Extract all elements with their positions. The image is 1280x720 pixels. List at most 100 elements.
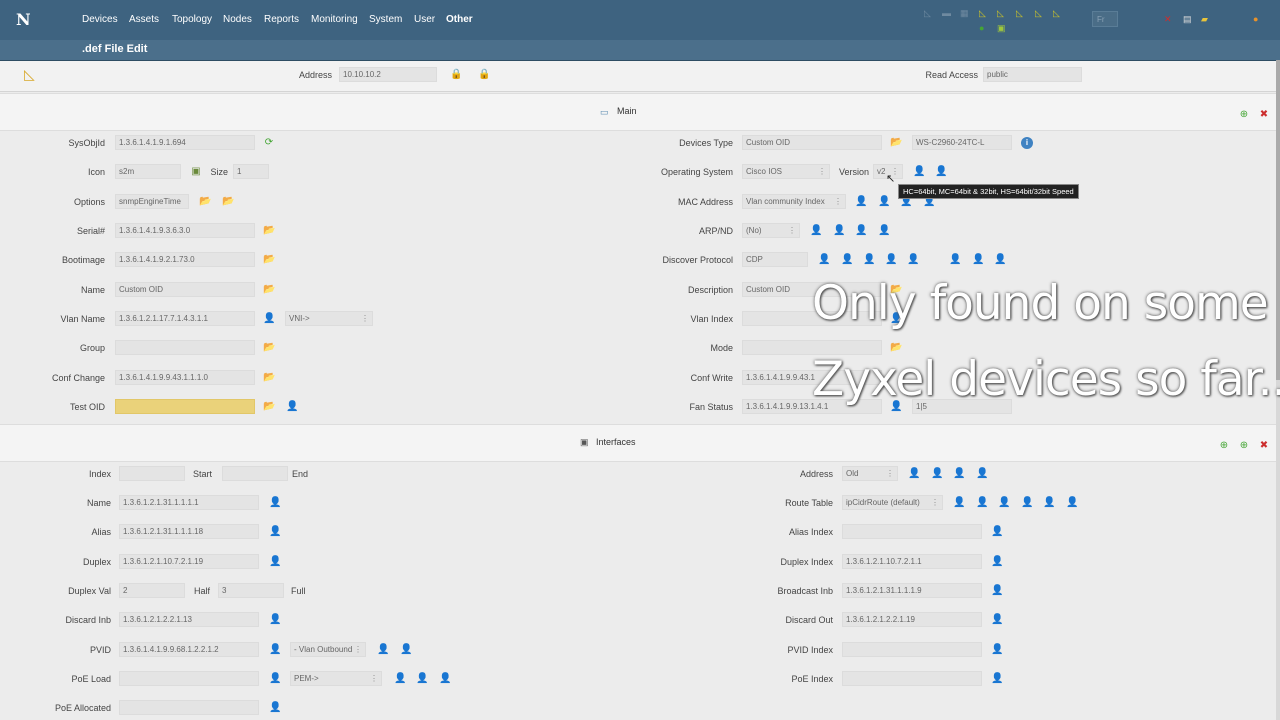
print-icon[interactable]: ▤ bbox=[1183, 14, 1192, 24]
folder-icon[interactable]: 📂 bbox=[890, 137, 902, 149]
user-icon[interactable]: 👤 bbox=[1066, 497, 1078, 509]
folder-icon[interactable]: 📂 bbox=[263, 372, 275, 384]
add-icon[interactable]: ⊕ bbox=[1238, 440, 1250, 452]
nav-search-input[interactable]: Fr bbox=[1092, 11, 1118, 27]
flag-icon[interactable]: ✕ bbox=[1164, 14, 1173, 24]
app-logo[interactable]: N bbox=[16, 10, 48, 30]
size-field[interactable]: 1 bbox=[233, 164, 269, 179]
info-icon[interactable]: i bbox=[1021, 137, 1033, 149]
close-icon[interactable]: ✖ bbox=[1258, 440, 1270, 452]
if-name-field[interactable]: 1.3.6.1.2.1.31.1.1.1.1 bbox=[119, 495, 259, 510]
lock-icon[interactable]: 🔒 bbox=[478, 69, 490, 81]
toolbar-triangle-icon[interactable]: ◺ bbox=[1035, 8, 1044, 18]
toolbar-triangle-icon[interactable]: ◺ bbox=[997, 8, 1006, 18]
user-icon[interactable]: 👤 bbox=[269, 614, 281, 626]
note-icon[interactable]: ▰ bbox=[1201, 14, 1210, 24]
folder-icon[interactable]: 📂 bbox=[222, 196, 234, 208]
page-scrollbar-thumb[interactable] bbox=[1276, 60, 1280, 380]
vni-select[interactable]: VNI-> bbox=[285, 311, 373, 326]
user-icon[interactable]: 👤 bbox=[949, 254, 961, 266]
toolbar-triangle-icon[interactable]: ◺ bbox=[1016, 8, 1025, 18]
user-icon[interactable]: 👤 bbox=[1021, 497, 1033, 509]
user-icon[interactable]: 👤 bbox=[994, 254, 1006, 266]
grid-add-icon[interactable]: ▣ bbox=[997, 23, 1006, 33]
options-field[interactable]: snmpEngineTime bbox=[115, 194, 189, 209]
nav-system[interactable]: System bbox=[369, 14, 402, 25]
user-icon[interactable]: 👤 bbox=[855, 225, 867, 237]
user-icon[interactable]: 👤 bbox=[377, 644, 389, 656]
address-field[interactable]: 10.10.10.2 bbox=[339, 67, 437, 82]
nav-user[interactable]: User bbox=[414, 14, 435, 25]
user-icon[interactable]: 👤 bbox=[269, 673, 281, 685]
toolbar-triangle-icon[interactable]: ◺ bbox=[979, 8, 988, 18]
user-icon[interactable]: 👤 bbox=[400, 644, 412, 656]
image-icon[interactable]: ▣ bbox=[190, 166, 202, 178]
user-icon[interactable]: 👤 bbox=[976, 497, 988, 509]
discover-field[interactable]: CDP bbox=[742, 252, 808, 267]
user-icon[interactable]: 👤 bbox=[269, 702, 281, 714]
user-icon[interactable]: 👤 bbox=[263, 313, 275, 325]
folder-icon[interactable]: 📂 bbox=[263, 225, 275, 237]
user-icon[interactable]: 👤 bbox=[269, 556, 281, 568]
user-icon[interactable]: 👤 bbox=[818, 254, 830, 266]
nav-devices[interactable]: Devices bbox=[82, 14, 118, 25]
read-access-field[interactable]: public bbox=[983, 67, 1082, 82]
icon-field[interactable]: s2m bbox=[115, 164, 181, 179]
user-icon[interactable]: 👤 bbox=[833, 225, 845, 237]
lock-icon[interactable]: 🔒 bbox=[450, 69, 462, 81]
if-duplex-index-field[interactable]: 1.3.6.1.2.1.10.7.2.1.1 bbox=[842, 554, 982, 569]
nav-reports[interactable]: Reports bbox=[264, 14, 299, 25]
folder-icon[interactable]: 📂 bbox=[263, 401, 275, 413]
user-icon[interactable]: 👤 bbox=[913, 166, 925, 178]
user-icon[interactable]: 👤 bbox=[908, 468, 920, 480]
if-poe-alloc-field[interactable] bbox=[119, 700, 259, 715]
user-icon[interactable]: 👤 bbox=[855, 196, 867, 208]
user-icon[interactable]: 👤 bbox=[953, 468, 965, 480]
toolbar-triangle-icon[interactable]: ◺ bbox=[924, 8, 933, 18]
user-icon[interactable]: 👤 bbox=[439, 673, 451, 685]
user-icon[interactable]: 👤 bbox=[878, 196, 890, 208]
user-icon[interactable]: 👤 bbox=[991, 673, 1003, 685]
if-duplex-val-field[interactable]: 2 bbox=[119, 583, 185, 598]
add-icon[interactable]: ⊕ bbox=[1218, 440, 1230, 452]
if-duplex-field[interactable]: 1.3.6.1.2.1.10.7.2.1.19 bbox=[119, 554, 259, 569]
if-discard-out-field[interactable]: 1.3.6.1.2.1.2.2.1.19 bbox=[842, 612, 982, 627]
user-icon[interactable]: 👤 bbox=[991, 585, 1003, 597]
arp-select[interactable]: (No) bbox=[742, 223, 800, 238]
user-icon[interactable]: 👤 bbox=[953, 497, 965, 509]
if-alias-index-field[interactable] bbox=[842, 524, 982, 539]
if-half-field[interactable]: 3 bbox=[218, 583, 284, 598]
user-icon[interactable]: 👤 bbox=[269, 644, 281, 656]
user-icon[interactable]: 👤 bbox=[991, 644, 1003, 656]
user-icon[interactable]: 👤 bbox=[810, 225, 822, 237]
user-icon[interactable]: 👤 bbox=[394, 673, 406, 685]
status-ok-icon[interactable]: ● bbox=[979, 23, 988, 33]
folder-icon[interactable]: 📂 bbox=[199, 196, 211, 208]
toolbar-triangle-icon[interactable]: ◺ bbox=[1053, 8, 1062, 18]
os-select[interactable]: Cisco IOS bbox=[742, 164, 830, 179]
user-icon[interactable]: 👤 bbox=[878, 225, 890, 237]
devices-type-field[interactable]: Custom OID bbox=[742, 135, 882, 150]
if-index-field[interactable] bbox=[119, 466, 185, 481]
user-icon[interactable]: 👤 bbox=[1043, 497, 1055, 509]
toolbar-minus-icon[interactable]: ▬ bbox=[942, 8, 951, 18]
user-icon[interactable]: 👤 bbox=[841, 254, 853, 266]
group-field[interactable] bbox=[115, 340, 255, 355]
test-oid-field[interactable] bbox=[115, 399, 255, 414]
bootimage-field[interactable]: 1.3.6.1.4.1.9.2.1.73.0 bbox=[115, 252, 255, 267]
if-alias-field[interactable]: 1.3.6.1.2.1.31.1.1.1.18 bbox=[119, 524, 259, 539]
user-icon[interactable]: 👤 bbox=[972, 254, 984, 266]
nav-other[interactable]: Other bbox=[446, 14, 473, 25]
folder-icon[interactable]: 📂 bbox=[263, 284, 275, 296]
user-icon[interactable]: 👤 bbox=[991, 526, 1003, 538]
sysobjid-field[interactable]: 1.3.6.1.4.1.9.1.694 bbox=[115, 135, 255, 150]
user-icon[interactable]: 👤 bbox=[863, 254, 875, 266]
mac-select[interactable]: Vlan community Index bbox=[742, 194, 846, 209]
folder-icon[interactable]: 📂 bbox=[263, 254, 275, 266]
pem-select[interactable]: PEM-> bbox=[290, 671, 382, 686]
if-poe-load-field[interactable] bbox=[119, 671, 259, 686]
serial-field[interactable]: 1.3.6.1.4.1.9.3.6.3.0 bbox=[115, 223, 255, 238]
if-poe-index-field[interactable] bbox=[842, 671, 982, 686]
if-discard-inb-field[interactable]: 1.3.6.1.2.1.2.2.1.13 bbox=[119, 612, 259, 627]
user-icon[interactable]: 👤 bbox=[931, 468, 943, 480]
